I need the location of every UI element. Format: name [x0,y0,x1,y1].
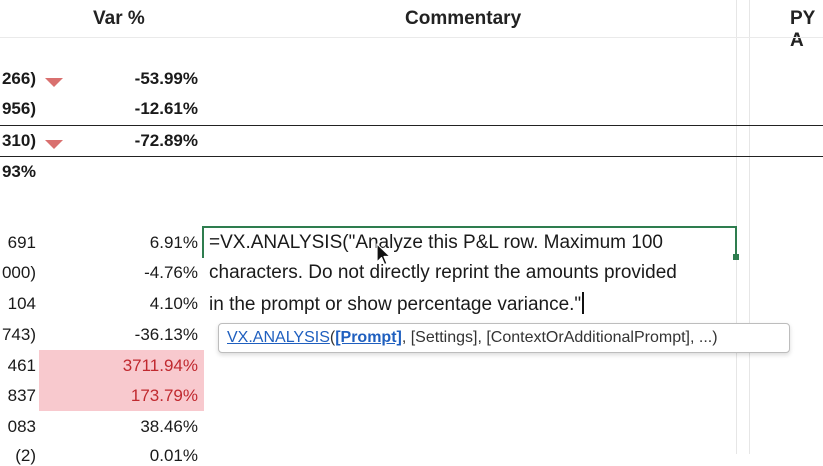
var-pct-cell[interactable]: 6.91% [28,233,198,253]
var-pct-cell[interactable]: -53.99% [28,69,198,89]
column-gridline [749,0,750,454]
function-signature-tooltip: VX.ANALYSIS([Prompt], [Settings], [Conte… [218,323,790,353]
var-pct-cell[interactable]: 38.46% [28,417,198,437]
var-pct-header: Var % [93,8,145,29]
var-pct-cell-highlight[interactable]: 173.79% [28,386,198,406]
var-pct-cell[interactable]: 0.01% [28,446,198,466]
value-cell[interactable]: 93% [0,162,36,182]
py-header: PY A [790,8,816,51]
row-border-top [0,125,823,126]
mouse-pointer-icon [376,243,391,266]
var-pct-cell[interactable]: 4.10% [28,294,198,314]
text-caret [582,292,584,314]
formula-text-line-2[interactable]: characters. Do not directly reprint the … [209,262,677,284]
var-pct-cell[interactable]: -72.89% [28,131,198,151]
header-divider [0,37,823,38]
tooltip-function-name[interactable]: VX.ANALYSIS [227,329,330,346]
formula-text-line-3[interactable]: in the prompt or show percentage varianc… [209,292,584,316]
row-border-bottom [0,156,823,157]
var-pct-cell-highlight[interactable]: 3711.94% [28,356,198,376]
formula-text-line-1[interactable]: =VX.ANALYSIS("Analyze this P&L row. Maxi… [209,232,663,254]
var-pct-cell[interactable]: -4.76% [28,263,198,283]
cell-fill-handle[interactable] [733,254,739,260]
tooltip-current-argument[interactable]: [Prompt] [335,329,402,346]
commentary-header: Commentary [405,8,522,29]
var-pct-cell[interactable]: -36.13% [28,325,198,345]
formula-text-line-3-text: in the prompt or show percentage varianc… [209,294,582,315]
tooltip-remaining-args: , [Settings], [ContextOrAdditionalPrompt… [401,329,718,346]
var-pct-cell[interactable]: -12.61% [28,99,198,119]
